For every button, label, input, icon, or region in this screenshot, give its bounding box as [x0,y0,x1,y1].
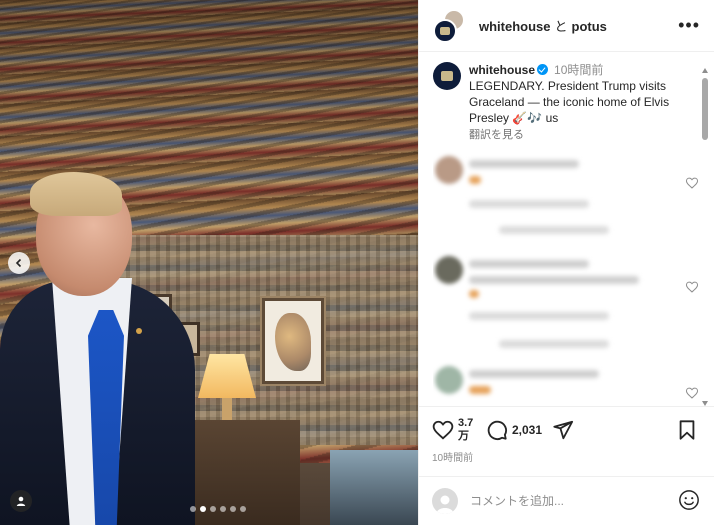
wall-artwork [262,298,324,384]
console-furniture [330,450,418,525]
post-photo[interactable] [0,0,418,525]
carousel-dot [230,506,236,512]
post-caption: whitehouse 10時間前 LEGENDARY. President Tru… [433,62,703,143]
blurred-comment-text [469,160,579,168]
lapel-pin [136,328,142,334]
post-timestamp[interactable]: 10時間前 [432,449,473,464]
comment-avatar[interactable] [435,156,463,184]
comments-scrollbar[interactable] [702,68,708,406]
like-button[interactable]: 3.7万 [432,417,474,443]
more-horizontal-icon[interactable]: ••• [678,16,700,34]
blurred-comment-text [469,370,599,378]
blurred-replies-link [499,226,609,234]
comment-avatar[interactable] [435,366,463,394]
post-actions: 3.7万 2,031 10時間前 [418,406,714,476]
comment-item [433,250,703,360]
collab-avatars[interactable] [433,9,467,43]
verified-badge-icon [537,64,548,75]
username-potus-link[interactable]: potus [572,19,607,34]
person-figure [0,170,200,525]
avatar-whitehouse [433,19,457,43]
tagged-users-button[interactable] [10,490,32,512]
hair [30,172,122,216]
comment-avatar[interactable] [435,256,463,284]
comment-button[interactable]: 2,031 [486,419,542,441]
post-header: whitehouse と potus ••• [419,0,714,52]
heart-outline-icon[interactable] [685,280,699,294]
scroll-up-arrow-icon[interactable] [702,68,708,73]
blurred-comment-meta [469,312,609,320]
blurred-comment-text [469,276,639,284]
see-translation-link[interactable]: 翻訳を見る [469,129,524,141]
comment-list [433,150,703,400]
like-count[interactable]: 3.7万 [458,417,474,443]
default-user-icon [434,492,456,514]
comment-input[interactable] [470,494,670,508]
heart-icon [432,419,454,441]
share-button[interactable] [552,419,574,441]
comment-item [433,150,703,250]
current-user-avatar[interactable] [432,488,458,514]
chevron-left-icon [14,258,24,268]
collab-separator: と [555,19,568,34]
caption-time[interactable]: 10時間前 [554,63,603,77]
username-whitehouse-link[interactable]: whitehouse [479,19,551,34]
paper-plane-icon [552,419,574,441]
comment-bubble-icon [486,419,508,441]
comment-count: 2,031 [512,423,542,437]
carousel-dot [190,506,196,512]
blurred-comment-text [469,176,481,184]
bookmark-icon [676,419,698,441]
caption-avatar[interactable] [433,62,461,90]
blurred-comment-meta [469,200,589,208]
user-icon [15,495,27,507]
save-button[interactable] [676,419,698,441]
carousel-dot [220,506,226,512]
carousel-dot [210,506,216,512]
blurred-comment-text [469,386,491,394]
blurred-comment-text [469,260,589,268]
heart-outline-icon[interactable] [685,386,699,400]
heart-outline-icon[interactable] [685,176,699,190]
caption-username[interactable]: whitehouse [469,63,535,77]
carousel-prev-button[interactable] [8,252,30,274]
add-comment-bar [418,476,714,525]
comment-item [433,360,703,400]
emoji-icon[interactable] [678,489,700,511]
blurred-replies-link [499,340,609,348]
carousel-indicator [190,506,246,512]
collab-usernames: whitehouse と potus [479,16,607,35]
caption-text: LEGENDARY. President Trump visits Gracel… [469,79,669,125]
blurred-comment-text [469,290,479,298]
scroll-thumb[interactable] [702,78,708,140]
carousel-dot [200,506,206,512]
carousel-dot [240,506,246,512]
caption-body: whitehouse 10時間前 LEGENDARY. President Tru… [469,62,703,143]
